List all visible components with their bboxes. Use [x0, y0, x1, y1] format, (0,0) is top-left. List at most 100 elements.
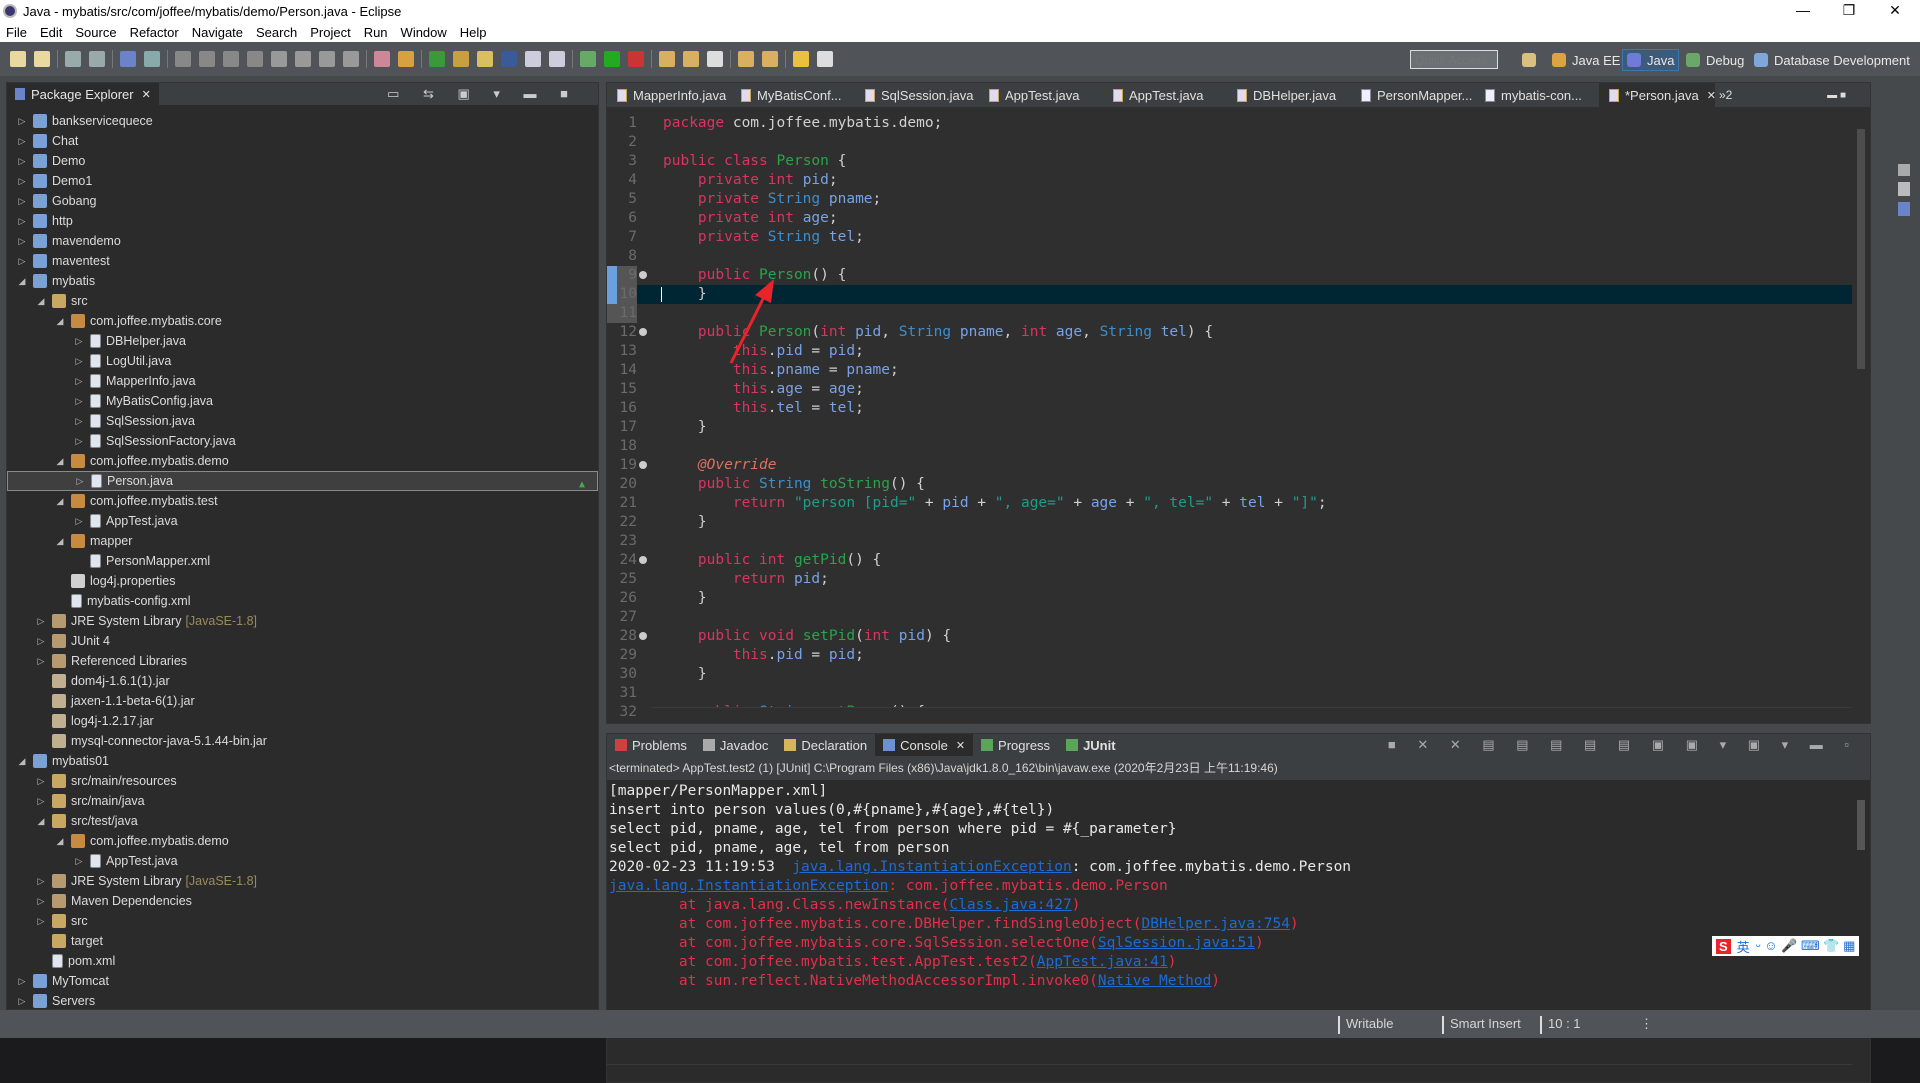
editor-tab[interactable]: MyBatisConf...	[731, 83, 855, 107]
fold-toggle-icon[interactable]	[639, 556, 647, 564]
console-link[interactable]: SqlSession.java:51	[1098, 935, 1255, 951]
tree-item[interactable]: ◢src	[7, 291, 598, 311]
new-class-icon[interactable]	[429, 51, 445, 67]
fold-toggle-icon[interactable]	[639, 461, 647, 469]
tree-item[interactable]: ▷bankservicequece	[7, 111, 598, 131]
status-more-icon[interactable]: ⋮	[1634, 1016, 1653, 1034]
collapsed-arrow-icon[interactable]: ▷	[74, 436, 84, 447]
collapsed-arrow-icon[interactable]: ▷	[17, 236, 27, 247]
expanded-arrow-icon[interactable]: ◢	[36, 816, 46, 827]
tree-item[interactable]: ◢com.joffee.mybatis.demo	[7, 831, 598, 851]
expanded-arrow-icon[interactable]: ◢	[55, 836, 65, 847]
perspective-debug[interactable]: Debug	[1682, 49, 1748, 71]
collapsed-arrow-icon[interactable]: ▷	[74, 336, 84, 347]
tree-item[interactable]: ▷JRE System Library[JavaSE-1.8]	[7, 871, 598, 891]
tab-close-icon[interactable]: ✕	[1707, 89, 1715, 102]
menu-search[interactable]: Search	[256, 25, 297, 40]
open-task-icon[interactable]	[659, 51, 675, 67]
collapsed-arrow-icon[interactable]: ▷	[74, 396, 84, 407]
editor-tab[interactable]: DBHelper.java	[1227, 83, 1351, 107]
annotation-icon[interactable]	[707, 51, 723, 67]
menu-project[interactable]: Project	[310, 25, 350, 40]
toggle-breadcrumb-icon[interactable]	[501, 51, 517, 67]
tree-item[interactable]: ▷AppTest.java	[7, 851, 598, 871]
ime-icons[interactable]: ᵕ ☺ 🎤 ⌨ 👕 ▦	[1756, 938, 1856, 954]
collapsed-arrow-icon[interactable]: ▷	[17, 156, 27, 167]
resume-icon[interactable]	[175, 51, 191, 67]
tab-problems[interactable]: Problems	[607, 734, 695, 756]
tree-item[interactable]: ▷Demo1	[7, 171, 598, 191]
menu-navigate[interactable]: Navigate	[192, 25, 243, 40]
suspend-icon[interactable]	[199, 51, 215, 67]
coverage-icon[interactable]	[628, 51, 644, 67]
new-type-icon[interactable]	[34, 51, 50, 67]
tab-overflow-button[interactable]: »2	[1719, 88, 1732, 102]
tab-javadoc[interactable]: Javadoc	[695, 734, 776, 756]
console-horizontal-scrollbar[interactable]	[607, 1064, 1852, 1080]
tree-item[interactable]: ◢com.joffee.mybatis.test	[7, 491, 598, 511]
close-view-icon[interactable]: ✕	[142, 88, 151, 101]
tree-item[interactable]: log4j.properties	[7, 571, 598, 591]
collapsed-arrow-icon[interactable]: ▷	[74, 356, 84, 367]
fold-toggle-icon[interactable]	[639, 271, 647, 279]
tree-item[interactable]: dom4j-1.6.1(1).jar	[7, 671, 598, 691]
tree-item[interactable]: ▷src/main/resources	[7, 771, 598, 791]
collapsed-arrow-icon[interactable]: ▷	[74, 376, 84, 387]
tab-console[interactable]: Console✕	[875, 734, 973, 756]
debug-icon[interactable]	[580, 51, 596, 67]
close-button[interactable]: ✕	[1872, 0, 1918, 22]
disconnect-icon[interactable]	[247, 51, 263, 67]
tree-item[interactable]: ▷http	[7, 211, 598, 231]
tree-item[interactable]: ◢mybatis01	[7, 751, 598, 771]
editor-tab[interactable]: AppTest.java	[979, 83, 1103, 107]
tree-item[interactable]: ▷MapperInfo.java	[7, 371, 598, 391]
tree-item[interactable]: mysql-connector-java-5.1.44-bin.jar	[7, 731, 598, 751]
collapsed-arrow-icon[interactable]: ▷	[17, 216, 27, 227]
collapsed-arrow-icon[interactable]: ▷	[36, 896, 46, 907]
open-perspective-button[interactable]	[1518, 49, 1546, 71]
next-annotation-icon[interactable]	[738, 51, 754, 67]
expanded-arrow-icon[interactable]: ◢	[55, 496, 65, 507]
quick-access-input[interactable]	[1410, 50, 1498, 69]
tree-item[interactable]: ◢com.joffee.mybatis.core	[7, 311, 598, 331]
new-java-package-icon[interactable]	[398, 51, 414, 67]
collapsed-arrow-icon[interactable]: ▷	[36, 616, 46, 627]
editor-vertical-scrollbar[interactable]	[1854, 111, 1868, 707]
forward-icon[interactable]	[817, 51, 833, 67]
maximize-button[interactable]: ❐	[1826, 0, 1872, 22]
console-link[interactable]: java.lang.InstantiationException	[792, 859, 1071, 875]
perspective-database-development[interactable]: Database Development	[1750, 49, 1914, 71]
tab-junit[interactable]: JUnit	[1058, 734, 1124, 756]
collapsed-arrow-icon[interactable]: ▷	[36, 656, 46, 667]
step-into-icon[interactable]	[271, 51, 287, 67]
tree-item[interactable]: ▷MyTomcat	[7, 971, 598, 991]
task-list-icon[interactable]	[1898, 202, 1910, 216]
tree-item[interactable]: ▷AppTest.java	[7, 511, 598, 531]
menu-file[interactable]: File	[6, 25, 27, 40]
tree-item[interactable]: ▷Demo	[7, 151, 598, 171]
tree-item[interactable]: target	[7, 931, 598, 951]
console-toolbar[interactable]: ■ ✕ ✕ ▤ ▤ ▤ ▤ ▤ ▣ ▣ ▾ ▣ ▾ ▬ ▫	[1388, 737, 1858, 753]
console-link[interactable]: java.lang.InstantiationException	[609, 878, 888, 894]
fold-toggle-icon[interactable]	[639, 632, 647, 640]
tree-item[interactable]: ▷maventest	[7, 251, 598, 271]
tree-item[interactable]: ◢src/test/java	[7, 811, 598, 831]
tree-item[interactable]: ▷MyBatisConfig.java	[7, 391, 598, 411]
tree-item[interactable]: ▷SqlSession.java	[7, 411, 598, 431]
collapsed-arrow-icon[interactable]: ▷	[17, 256, 27, 267]
console-output[interactable]: [mapper/PersonMapper.xml]insert into per…	[609, 782, 1852, 991]
menu-help[interactable]: Help	[460, 25, 487, 40]
editor-minimize-maximize[interactable]: ▬ ■	[1827, 90, 1846, 101]
perspective-java[interactable]: Java	[1622, 49, 1679, 71]
menu-window[interactable]: Window	[401, 25, 447, 40]
editor-tab[interactable]: PersonMapper...	[1351, 83, 1475, 107]
open-project-icon[interactable]	[683, 51, 699, 67]
tree-item[interactable]: pom.xml	[7, 951, 598, 971]
step-over-icon[interactable]	[295, 51, 311, 67]
tree-item[interactable]: ▷src	[7, 911, 598, 931]
prev-annotation-icon[interactable]	[762, 51, 778, 67]
editor-tab[interactable]: mybatis-con...	[1475, 83, 1599, 107]
collapsed-arrow-icon[interactable]: ▷	[17, 136, 27, 147]
menu-edit[interactable]: Edit	[40, 25, 62, 40]
collapsed-arrow-icon[interactable]: ▷	[17, 116, 27, 127]
